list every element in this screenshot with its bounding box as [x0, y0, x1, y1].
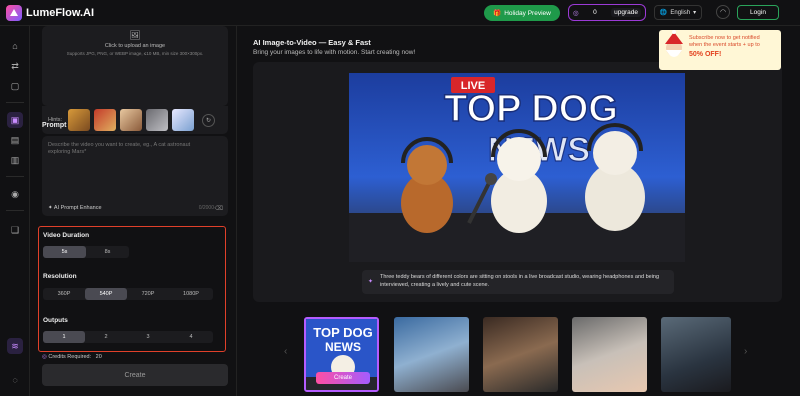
video-duration-title: Video Duration [43, 232, 90, 239]
resolution-option-540p[interactable]: 540P [85, 288, 127, 300]
outputs-option-3[interactable]: 3 [127, 331, 169, 343]
rail-divider [6, 102, 24, 103]
hint-thumbnail[interactable] [146, 109, 169, 131]
promo-offer: 50% OFF! [689, 50, 722, 58]
promo-popup[interactable]: Subscribe now to get notified when the e… [659, 30, 781, 70]
text-to-video-icon[interactable]: ▤ [7, 132, 23, 148]
language-select[interactable]: 🌐 English ▾ [654, 5, 702, 20]
hint-thumbnail[interactable] [120, 109, 143, 131]
promo-text: Subscribe now to get notified when the e… [689, 35, 781, 59]
santa-icon [665, 30, 683, 57]
prompt-title: Prompt [42, 122, 67, 129]
top-bar: LumeFlow.AI 🎁 Holiday Preview ◎ 0 upgrad… [0, 0, 800, 26]
sparkle-icon: ✦ [368, 279, 374, 285]
preview-scene: LIVE TOP DOG NEWS [349, 73, 685, 262]
page-title: AI Image-to-Video — Easy & Fast [253, 38, 371, 47]
settings-panel: 🖼 Click to upload an image Supports JPG,… [36, 26, 234, 396]
home-icon[interactable]: ⌂ [7, 38, 23, 54]
resolution-option-720p[interactable]: 720P [127, 288, 169, 300]
outputs-selector: 1 2 3 4 [43, 331, 213, 343]
swap-icon[interactable]: ⇄ [7, 58, 23, 74]
video-settings-highlight: Video Duration 5s 8s Resolution 360P 540… [38, 226, 226, 352]
globe-icon: 🌐 [659, 10, 668, 16]
resolution-selector: 360P 540P 720P 1080P [43, 288, 213, 300]
example-card[interactable] [661, 317, 731, 392]
prompt-input[interactable]: Describe the video you want to create, e… [42, 136, 228, 216]
image-upload-area[interactable]: 🖼 Click to upload an image Supports JPG,… [42, 26, 228, 106]
chevron-down-icon: ▾ [693, 10, 697, 16]
holiday-preview-label: Holiday Preview [504, 9, 551, 17]
promo-line-1: Subscribe now to get notified [689, 35, 760, 41]
duration-selector: 5s 8s [43, 246, 129, 258]
hint-thumbnail[interactable] [68, 109, 91, 131]
duration-option-5s[interactable]: 5s [43, 246, 86, 258]
outputs-title: Outputs [43, 317, 68, 324]
card-headline-2: NEWS [325, 340, 361, 354]
logo[interactable]: LumeFlow.AI [6, 5, 94, 21]
example-card[interactable]: TOP DOG NEWS Create [304, 317, 379, 392]
rail-divider [6, 176, 24, 177]
image-to-video-icon[interactable]: ▣ [7, 112, 23, 128]
chat-icon[interactable]: ◌ [7, 372, 23, 388]
gift-icon: 🎁 [493, 10, 502, 17]
enhance-label: AI Prompt Enhance [53, 205, 102, 211]
outputs-option-1[interactable]: 1 [43, 331, 85, 343]
video-camera-icon[interactable]: ◉ [7, 186, 23, 202]
panel-divider [236, 26, 237, 396]
credits-required: ◎ Credits Required: 20 [42, 354, 102, 360]
resolution-title: Resolution [43, 273, 77, 280]
card-create-button[interactable]: Create [316, 372, 370, 384]
credits-required-label: Credits Required: [48, 354, 92, 360]
caption-text: Three teddy bears of different colors ar… [380, 274, 660, 288]
image-upload-icon: 🖼 [129, 30, 141, 40]
prompt-placeholder: Describe the video you want to create, e… [48, 142, 191, 156]
credits-widget[interactable]: ◎ 0 upgrade [568, 4, 646, 21]
page-subtitle: Bring your images to life with motion. S… [253, 49, 416, 56]
duration-option-8s[interactable]: 8s [86, 246, 129, 258]
upload-title: Click to upload an image [104, 43, 166, 49]
headset-icon[interactable]: ◠ [716, 5, 730, 19]
ai-prompt-enhance-button[interactable]: ✦ AI Prompt Enhance [48, 205, 102, 211]
stack-icon[interactable]: ≋ [7, 338, 23, 354]
carousel-next-icon[interactable]: › [744, 346, 747, 357]
carousel-prev-icon[interactable]: ‹ [284, 346, 287, 357]
credits-count: 0 [593, 9, 597, 16]
create-button[interactable]: Create [42, 364, 228, 386]
example-card[interactable] [483, 317, 558, 392]
prompt-caption: ✦ Three teddy bears of different colors … [362, 270, 674, 294]
book-icon[interactable]: ❑ [7, 222, 23, 238]
hints-row: Hints: ↻ [42, 106, 228, 134]
card-headline-1: TOP DOG [313, 325, 372, 340]
refresh-icon[interactable]: ↻ [202, 113, 216, 127]
language-label: English [670, 9, 691, 16]
resolution-option-1080p[interactable]: 1080P [169, 288, 213, 300]
logo-icon [6, 5, 22, 21]
example-card[interactable] [572, 317, 647, 392]
brand-name: LumeFlow.AI [26, 7, 95, 19]
promo-line-2: when the event starts + up to [689, 42, 760, 49]
hint-thumbnail[interactable] [172, 109, 195, 131]
video-effects-icon[interactable]: ▥ [7, 152, 23, 168]
rail-divider [6, 210, 24, 211]
clear-icon[interactable]: ⌫ [215, 205, 223, 212]
left-rail: ⌂ ⇄ ▢ ▣ ▤ ▥ ◉ ❑ ≋ ◌ [0, 26, 30, 396]
upgrade-button[interactable]: upgrade [611, 8, 641, 17]
upload-formats: Supports JPG, PNG, or WEBP image, ≤10 MB… [66, 51, 204, 56]
folder-icon[interactable]: ▢ [7, 78, 23, 94]
character-count: 0/2000 [198, 205, 214, 211]
example-card[interactable] [394, 317, 469, 392]
login-button[interactable]: Login [737, 5, 779, 20]
holiday-preview-button[interactable]: 🎁 Holiday Preview [484, 5, 560, 21]
outputs-option-2[interactable]: 2 [85, 331, 127, 343]
credits-required-value: 20 [95, 354, 102, 360]
magic-wand-icon: ✦ [48, 205, 53, 211]
resolution-option-360p[interactable]: 360P [43, 288, 85, 300]
video-headline-1: TOP DOG [444, 88, 618, 130]
outputs-option-4[interactable]: 4 [169, 331, 213, 343]
preview-video[interactable]: LIVE TOP DOG NEWS [349, 73, 685, 262]
coin-icon: ◎ [42, 354, 47, 360]
coin-icon: ◎ [573, 9, 579, 17]
hint-thumbnail[interactable] [94, 109, 117, 131]
